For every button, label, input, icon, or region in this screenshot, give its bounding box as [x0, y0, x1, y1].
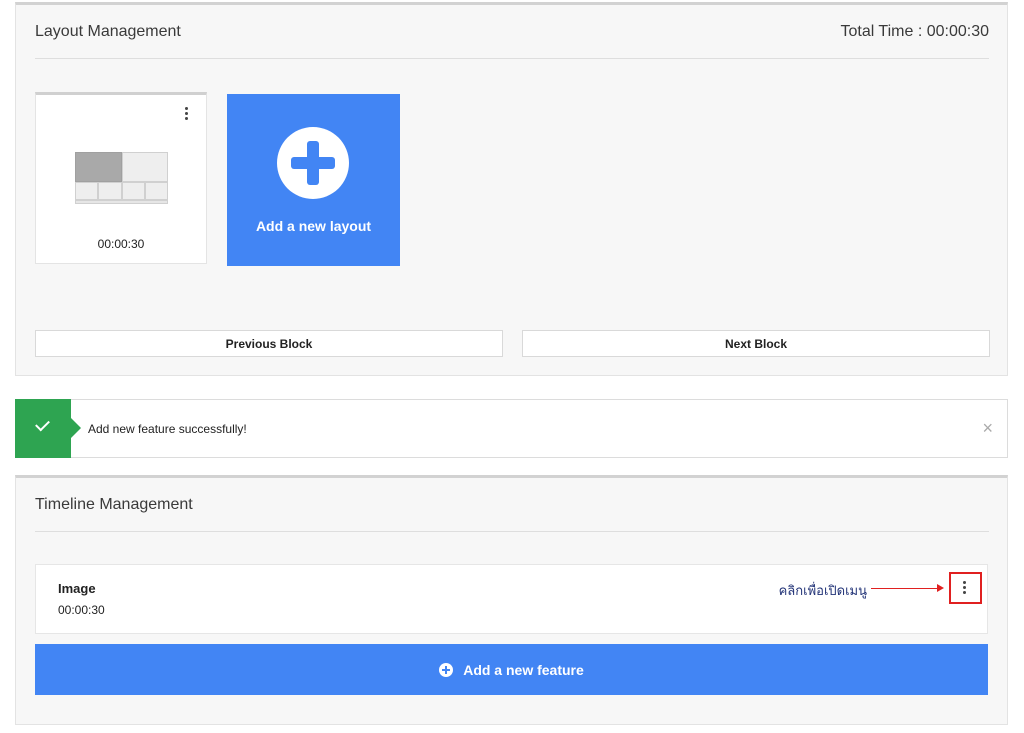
plus-circle-icon	[277, 127, 349, 199]
add-feature-button[interactable]: Add a new feature	[35, 644, 988, 695]
layout-card[interactable]: 00:00:30	[35, 92, 207, 264]
close-icon[interactable]: ×	[982, 418, 993, 439]
plus-circle-icon	[439, 662, 454, 677]
timeline-panel-title: Timeline Management	[35, 495, 193, 513]
timeline-panel-header: Timeline Management	[35, 478, 989, 532]
success-status-box	[15, 399, 81, 458]
kebab-menu-icon[interactable]	[184, 107, 188, 120]
total-time: Total Time : 00:00:30	[840, 22, 989, 40]
annotation-arrow	[871, 584, 944, 592]
layout-card-time: 00:00:30	[97, 237, 145, 251]
timeline-management-panel: Timeline Management Image 00:00:30 คลิกเ…	[15, 475, 1008, 725]
layout-panel-title: Layout Management	[35, 22, 181, 40]
add-layout-label: Add a new layout	[255, 218, 372, 234]
layout-management-panel: Layout Management Total Time : 00:00:30 …	[15, 2, 1008, 376]
check-icon	[35, 416, 50, 432]
annotation-text: คลิกเพื่อเปิดเมนู	[778, 583, 867, 598]
feature-time: 00:00:30	[58, 603, 105, 617]
feature-item[interactable]: Image 00:00:30 คลิกเพื่อเปิดเมนู	[35, 564, 988, 634]
layout-panel-header: Layout Management Total Time : 00:00:30	[35, 5, 989, 59]
next-block-button[interactable]: Next Block	[522, 330, 990, 357]
previous-block-button[interactable]: Previous Block	[35, 330, 503, 357]
add-feature-label: Add a new feature	[463, 661, 584, 678]
add-layout-button[interactable]: Add a new layout	[227, 94, 400, 266]
feature-name: Image	[58, 581, 96, 596]
kebab-menu-icon[interactable]	[962, 581, 966, 594]
notification-message: Add new feature successfully!	[88, 422, 247, 436]
layout-thumbnail	[75, 152, 168, 204]
success-notification: Add new feature successfully! ×	[15, 399, 1008, 458]
